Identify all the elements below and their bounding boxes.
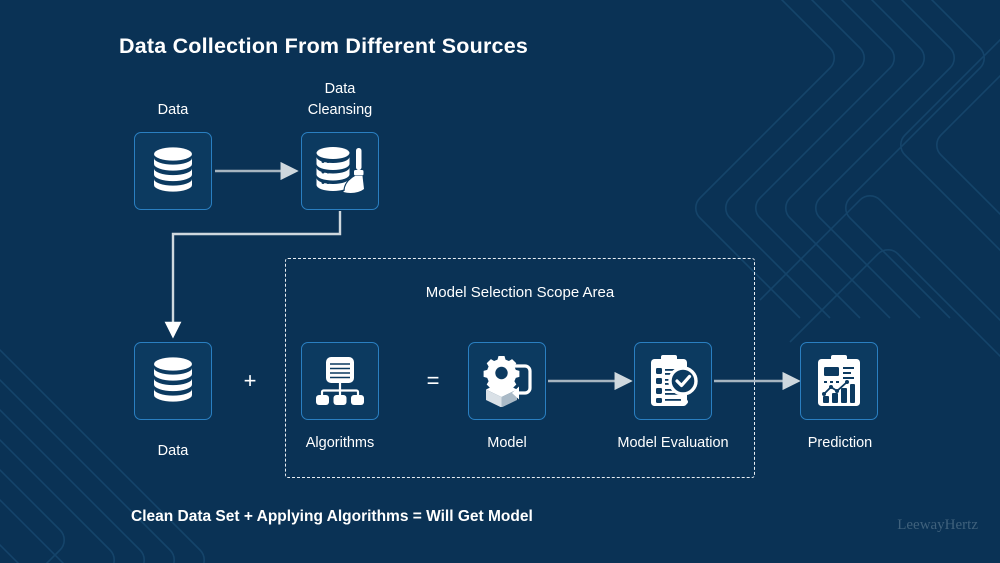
node-label-data-source: Data [157,102,189,118]
node-card-prediction[interactable] [800,342,878,420]
node-label-line-2: Cleansing [307,102,373,118]
operator-equals: = [426,368,440,393]
node-label-algorithms: Algorithms [305,435,375,451]
node-label-model-evaluation: Model Evaluation [617,435,729,451]
node-card-algorithms[interactable] [301,342,379,420]
node-card-data-clean[interactable] [134,342,212,420]
node-label-line-1: Data [324,81,356,97]
node-label-data-clean: Data [157,443,189,459]
node-card-data-cleansing[interactable] [301,132,379,210]
node-card-data-source[interactable] [134,132,212,210]
node-label-data-cleansing: Data Cleansing [285,79,395,121]
page-title: Data Collection From Different Sources [119,34,529,58]
summary-caption: Clean Data Set + Applying Algorithms = W… [131,508,533,525]
node-label-prediction: Prediction [807,435,873,451]
operator-plus: + [243,368,257,393]
node-card-model[interactable] [468,342,546,420]
scope-area-label: Model Selection Scope Area [425,284,615,301]
watermark-logo: LeewayHertz [897,517,978,533]
node-label-model: Model [487,435,527,451]
node-card-model-evaluation[interactable] [634,342,712,420]
